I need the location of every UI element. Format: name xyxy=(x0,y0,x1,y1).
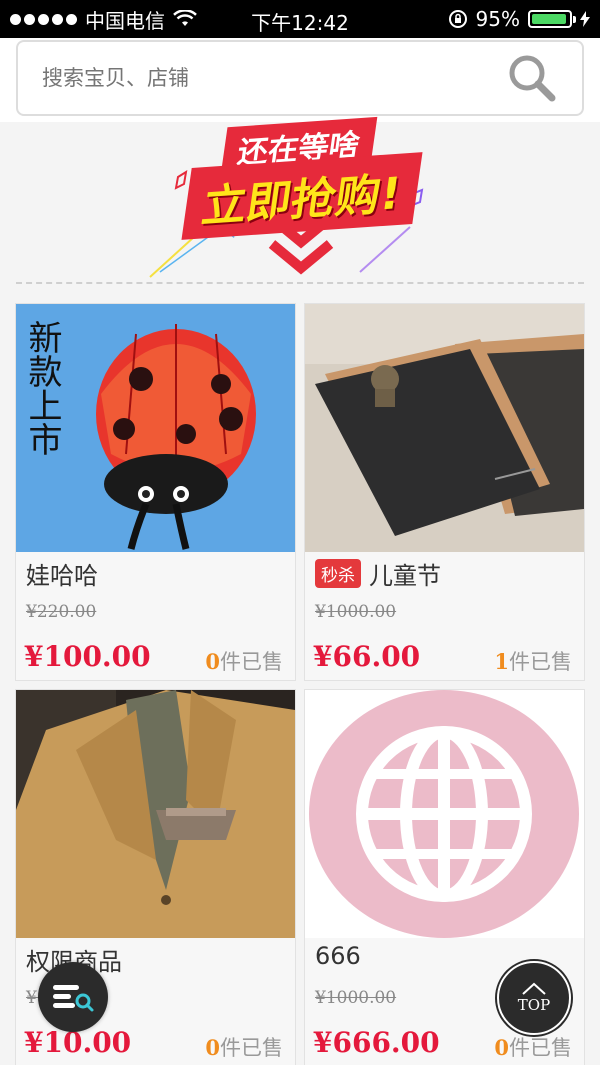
product-title: 娃哈哈 xyxy=(26,562,98,590)
jacket-image xyxy=(16,690,295,938)
sold-number: 1 xyxy=(494,649,509,674)
globe-placeholder-icon xyxy=(305,690,584,938)
image-caption: 新款上市 xyxy=(22,320,62,456)
original-price: ¥220.00 xyxy=(26,602,97,622)
sold-number: 0 xyxy=(205,1035,220,1060)
back-to-top-label: TOP xyxy=(517,996,551,1014)
original-price: ¥1000.00 xyxy=(315,988,397,1008)
battery-fill xyxy=(532,14,567,24)
chevron-up-icon xyxy=(522,982,546,995)
notebook-image xyxy=(305,304,584,552)
product-image[interactable] xyxy=(305,690,584,938)
product-image[interactable] xyxy=(305,304,584,552)
sold-number: 0 xyxy=(494,1035,509,1060)
battery-icon xyxy=(528,10,576,28)
carrier-label: 中国电信 xyxy=(85,8,165,33)
sale-price: ¥100.00 xyxy=(24,640,151,673)
status-left: 中国电信 xyxy=(10,5,197,34)
sold-count: 0件已售 xyxy=(494,1032,572,1062)
status-right: 95% xyxy=(448,7,590,31)
search-input[interactable] xyxy=(42,66,506,90)
product-title-row: 666 xyxy=(315,942,361,970)
divider xyxy=(16,282,584,284)
sold-label: 件已售 xyxy=(220,1036,283,1060)
product-title: 儿童节 xyxy=(369,562,441,590)
sale-price: ¥666.00 xyxy=(313,1026,440,1059)
product-title-row: 秒杀 儿童节 xyxy=(315,556,441,591)
charging-icon xyxy=(580,11,590,27)
original-price: ¥1000.00 xyxy=(315,602,397,622)
product-title: 666 xyxy=(315,942,361,970)
search-bar xyxy=(0,38,600,122)
sold-number: 0 xyxy=(205,649,220,674)
promo-banner: 还在等啥 立即抢购! xyxy=(0,116,600,282)
wifi-icon xyxy=(173,10,197,26)
search-icon[interactable] xyxy=(506,52,558,104)
product-title-row: 娃哈哈 xyxy=(26,556,98,591)
product-image[interactable]: 新款上市 xyxy=(16,304,295,552)
chevron-down-icon xyxy=(268,214,334,275)
rotation-lock-icon xyxy=(448,10,467,28)
sold-label: 件已售 xyxy=(220,650,283,674)
product-card[interactable]: 新款上市 娃哈哈 ¥220.00 ¥100.00 0件已售 xyxy=(15,303,296,681)
battery-percent: 95% xyxy=(475,7,520,31)
product-card[interactable]: 秒杀 儿童节 ¥1000.00 ¥66.00 1件已售 xyxy=(304,303,585,681)
back-to-top-button[interactable]: TOP xyxy=(497,961,571,1035)
category-search-button[interactable] xyxy=(38,962,108,1032)
search-box[interactable] xyxy=(16,40,584,116)
sold-label: 件已售 xyxy=(509,650,572,674)
menu-search-icon xyxy=(53,985,94,1012)
sold-label: 件已售 xyxy=(509,1036,572,1060)
signal-icon xyxy=(10,13,77,25)
sold-count: 0件已售 xyxy=(205,646,283,676)
status-bar: 中国电信 下午12:42 95% xyxy=(0,0,600,38)
product-image[interactable] xyxy=(16,690,295,938)
sale-price: ¥66.00 xyxy=(313,640,421,673)
sold-count: 0件已售 xyxy=(205,1032,283,1062)
flash-sale-tag: 秒杀 xyxy=(315,559,361,588)
sold-count: 1件已售 xyxy=(494,646,572,676)
